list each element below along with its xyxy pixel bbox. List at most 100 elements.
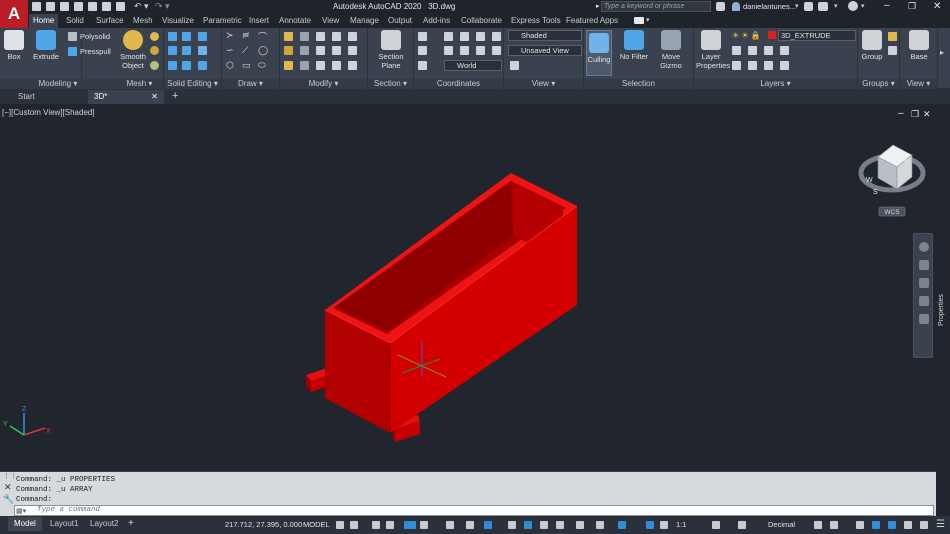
panel-modeling-title[interactable]: Modeling ▾: [0, 79, 116, 89]
extract-edges-icon[interactable]: [198, 46, 207, 55]
command-close-icon[interactable]: ✕: [4, 482, 12, 493]
workspace-gear-icon[interactable]: [712, 521, 720, 529]
dynamic-ucs-icon[interactable]: [576, 521, 584, 529]
polar-icon[interactable]: [420, 521, 428, 529]
open-file-icon[interactable]: [46, 2, 55, 11]
selection-filter-icon[interactable]: [596, 521, 604, 529]
ucs-view-icon[interactable]: [418, 46, 427, 55]
tab-visualize[interactable]: Visualize: [158, 14, 198, 28]
quick-properties-icon[interactable]: [814, 521, 822, 529]
group-edit-icon[interactable]: [888, 46, 897, 55]
scale-icon[interactable]: [332, 32, 341, 41]
layer-state-icons[interactable]: ☀ ☀ 🔒: [732, 31, 761, 40]
layer-select[interactable]: 3D_EXTRUDE: [778, 30, 856, 41]
panel-section-title[interactable]: Section ▾: [368, 79, 413, 89]
3dpoly-icon[interactable]: ⟋: [242, 45, 248, 56]
panel-solid-editing-title[interactable]: Solid Editing ▾: [164, 79, 221, 89]
move-gizmo-button[interactable]: Move Gizmo: [656, 30, 686, 70]
offset-icon[interactable]: [348, 46, 357, 55]
tab-output[interactable]: Output: [384, 14, 416, 28]
tab-home[interactable]: Home: [29, 14, 59, 28]
user-icon[interactable]: [732, 2, 740, 11]
no-filter-button[interactable]: No Filter: [616, 30, 652, 61]
presspull-button[interactable]: Presspull: [80, 47, 111, 56]
section-plane-button[interactable]: Section Plane: [374, 30, 408, 70]
mesh-crease-icon[interactable]: [150, 61, 159, 70]
ucs-world-icon[interactable]: [418, 61, 427, 70]
ucs-face-icon[interactable]: [460, 46, 469, 55]
minimize-icon[interactable]: –: [884, 1, 890, 11]
plot-icon[interactable]: [116, 2, 125, 11]
ucs-icon[interactable]: [418, 32, 427, 41]
mesh-sphere-icon[interactable]: [150, 32, 159, 41]
grid-icon[interactable]: [336, 521, 344, 529]
palette-pan-icon[interactable]: [919, 260, 929, 270]
annotation-monitor-icon[interactable]: [738, 521, 746, 529]
search-expand-icon[interactable]: ▸: [596, 2, 600, 10]
align-icon[interactable]: [316, 32, 325, 41]
save-web-icon[interactable]: [102, 2, 111, 11]
polygon-icon[interactable]: ⬡: [226, 60, 234, 71]
close-tab-icon[interactable]: ✕: [151, 90, 158, 104]
save-as-icon[interactable]: [74, 2, 83, 11]
ucs-3point-icon[interactable]: [476, 46, 485, 55]
arc-icon[interactable]: ⌒: [258, 30, 267, 43]
application-menu-button[interactable]: A: [0, 0, 28, 28]
panel-mesh-title[interactable]: Mesh ▾: [116, 79, 163, 89]
hardware-acceleration-icon[interactable]: [872, 521, 880, 529]
ortho-icon[interactable]: [404, 521, 416, 529]
layer-match-icon[interactable]: [732, 61, 741, 70]
join-icon[interactable]: [348, 61, 357, 70]
panel-layers-title[interactable]: Layers ▾: [694, 79, 857, 89]
snap-icon[interactable]: [350, 521, 358, 529]
customization-menu-icon[interactable]: ☰: [936, 519, 945, 530]
rectangle-icon[interactable]: ▭: [242, 60, 251, 71]
layer-lock-icon[interactable]: [780, 46, 789, 55]
tab-featured-apps[interactable]: Featured Apps: [562, 14, 622, 28]
polyline-icon[interactable]: ≓: [242, 30, 250, 41]
rotate-icon[interactable]: [316, 46, 325, 55]
tab-parametric[interactable]: Parametric: [199, 14, 246, 28]
box-button[interactable]: Box: [3, 30, 25, 61]
isolate-objects-icon[interactable]: [856, 521, 864, 529]
thicken-icon[interactable]: [182, 46, 191, 55]
command-grip-icon[interactable]: ⋮⋮: [3, 472, 17, 480]
cart-icon[interactable]: [804, 2, 813, 11]
trim-icon[interactable]: [316, 61, 325, 70]
annotation-visibility-icon[interactable]: [646, 521, 654, 529]
stretch-icon[interactable]: [332, 46, 341, 55]
help-icon[interactable]: [848, 1, 858, 11]
ucs-object-icon[interactable]: [444, 46, 453, 55]
command-history-dropdown-icon[interactable]: ▦▾: [16, 507, 26, 515]
line-icon[interactable]: ≻: [226, 30, 234, 41]
red-box-model[interactable]: [306, 173, 578, 442]
open-web-icon[interactable]: [88, 2, 97, 11]
union-icon[interactable]: [168, 32, 177, 41]
model-canvas[interactable]: W S N WCS Z X Y: [0, 105, 950, 471]
undo-icon[interactable]: ↶ ▾: [134, 1, 149, 12]
tab-manage[interactable]: Manage: [346, 14, 383, 28]
explode-icon[interactable]: [332, 61, 341, 70]
selection-cycling-icon[interactable]: [540, 521, 548, 529]
tab-addins[interactable]: Add-ins: [419, 14, 454, 28]
panel-groups-title[interactable]: Groups ▾: [858, 79, 899, 89]
mirror-3d-icon[interactable]: [348, 32, 357, 41]
panel-view-title[interactable]: View ▾: [504, 79, 583, 89]
culling-button[interactable]: Culling: [586, 30, 612, 76]
circle-icon[interactable]: ◯: [258, 45, 268, 56]
layer-freeze-icon[interactable]: [764, 46, 773, 55]
fillet-icon[interactable]: [284, 46, 293, 55]
zoom-icon[interactable]: [920, 521, 928, 529]
new-layout-icon[interactable]: +: [128, 518, 134, 529]
infer-constraints-icon[interactable]: [372, 521, 380, 529]
smooth-object-button[interactable]: Smooth Object: [118, 30, 148, 70]
redo-icon[interactable]: ↷ ▾: [155, 1, 170, 12]
transparency-icon[interactable]: [524, 521, 532, 529]
properties-side-label[interactable]: Properties: [938, 294, 945, 326]
palette-showmotion-icon[interactable]: [919, 314, 929, 324]
ribbon-toggle-icon[interactable]: [634, 17, 644, 24]
tab-insert[interactable]: Insert: [245, 14, 273, 28]
array-icon[interactable]: [300, 46, 309, 55]
ucs-select[interactable]: World: [444, 60, 502, 71]
palette-settings-icon[interactable]: [919, 242, 929, 252]
